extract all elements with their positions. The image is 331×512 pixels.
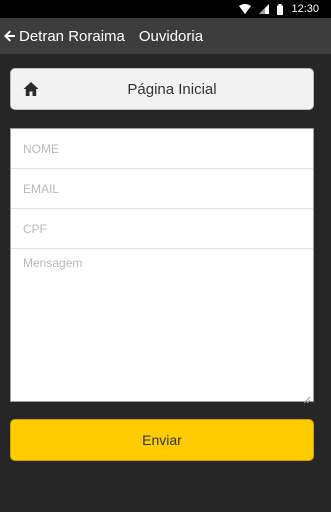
- status-bar: 12:30: [0, 0, 331, 18]
- home-label: Página Inicial: [127, 80, 217, 98]
- message-field[interactable]: [11, 249, 313, 403]
- send-button[interactable]: Enviar: [10, 419, 314, 461]
- resize-grip-icon[interactable]: [303, 391, 311, 404]
- status-time: 12:30: [291, 3, 319, 15]
- back-button[interactable]: Detran Roraima: [4, 28, 125, 45]
- battery-icon: [277, 3, 284, 15]
- home-button[interactable]: Página Inicial: [10, 68, 314, 110]
- wifi-icon: [239, 4, 252, 14]
- name-field[interactable]: [11, 129, 313, 169]
- app-title[interactable]: Detran Roraima: [19, 28, 125, 45]
- app-bar: Detran Roraima Ouvidoria: [0, 18, 331, 54]
- app-subtitle: Ouvidoria: [138, 27, 204, 45]
- contact-form: [10, 128, 314, 404]
- cpf-field[interactable]: [11, 209, 313, 249]
- arrow-left-icon[interactable]: [4, 30, 16, 42]
- home-icon: [23, 81, 39, 97]
- signal-icon: [259, 4, 270, 14]
- email-field[interactable]: [11, 169, 313, 209]
